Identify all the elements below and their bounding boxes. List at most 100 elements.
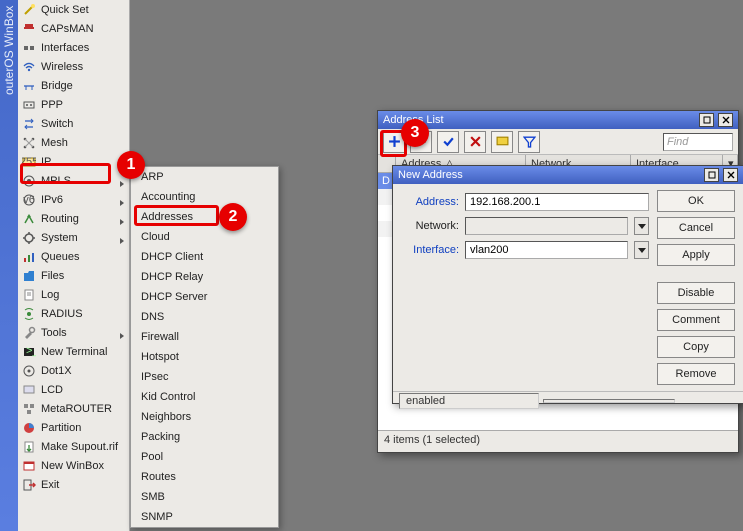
sidebar-item-ipv6[interactable]: v6IPv6 [18, 190, 129, 209]
copy-button[interactable]: Copy [657, 336, 735, 358]
svg-text:255: 255 [22, 156, 36, 168]
sidebar-item-make-supout-rif[interactable]: Make Supout.rif [18, 437, 129, 456]
sidebar-item-radius[interactable]: RADIUS [18, 304, 129, 323]
sidebar-item-label: LCD [41, 384, 63, 396]
sidebar-item-exit[interactable]: Exit [18, 475, 129, 494]
submenu-item-arp[interactable]: ARP [131, 167, 278, 187]
sidebar-item-files[interactable]: Files [18, 266, 129, 285]
submenu-item-addresses[interactable]: Addresses [131, 207, 278, 227]
interface-input[interactable]: vlan200 [465, 241, 628, 259]
sidebar-item-interfaces[interactable]: Interfaces [18, 38, 129, 57]
ok-button[interactable]: OK [657, 190, 735, 212]
sidebar-item-queues[interactable]: Queues [18, 247, 129, 266]
sidebar-item-switch[interactable]: Switch [18, 114, 129, 133]
sidebar-item-wireless[interactable]: Wireless [18, 57, 129, 76]
submenu-item-neighbors[interactable]: Neighbors [131, 407, 278, 427]
sidebar-item-lcd[interactable]: LCD [18, 380, 129, 399]
ip-submenu: ARPAccountingAddressesCloudDHCP ClientDH… [130, 166, 279, 528]
sidebar-item-partition[interactable]: Partition [18, 418, 129, 437]
partition-icon [22, 421, 36, 435]
close-button[interactable] [723, 168, 738, 182]
address-label[interactable]: Address: [401, 196, 459, 208]
sidebar-item-label: Bridge [41, 80, 73, 92]
sidebar-item-label: Wireless [41, 61, 83, 73]
submenu-item-dhcp-client[interactable]: DHCP Client [131, 247, 278, 267]
sidebar-item-mesh[interactable]: Mesh [18, 133, 129, 152]
submenu-item-pool[interactable]: Pool [131, 447, 278, 467]
sidebar: Quick Set CAPsMAN Interfaces Wireless Bridge… [18, 0, 130, 531]
submenu-item-snmp[interactable]: SNMP [131, 507, 278, 527]
sidebar-item-new-terminal[interactable]: >_New Terminal [18, 342, 129, 361]
apply-button[interactable]: Apply [657, 244, 735, 266]
address-input[interactable]: 192.168.200.1 [465, 193, 649, 211]
network-input[interactable] [465, 217, 628, 235]
sidebar-item-ppp[interactable]: PPP [18, 95, 129, 114]
disable-button[interactable]: Disable [657, 282, 735, 304]
sidebar-item-label: Interfaces [41, 42, 89, 54]
submenu-item-dns[interactable]: DNS [131, 307, 278, 327]
cancel-button[interactable]: Cancel [657, 217, 735, 239]
chevron-right-icon [119, 235, 125, 241]
disable-button[interactable] [464, 131, 486, 153]
address-list-titlebar[interactable]: Address List [378, 111, 738, 129]
new-address-titlebar[interactable]: New Address [393, 166, 743, 184]
submenu-item-ipsec[interactable]: IPsec [131, 367, 278, 387]
action-buttons: OK Cancel Apply Disable Comment Copy Rem… [657, 190, 735, 385]
sidebar-item-system[interactable]: System [18, 228, 129, 247]
queues-icon [22, 250, 36, 264]
status-bar: 4 items (1 selected) [378, 431, 738, 449]
submenu-item-firewall[interactable]: Firewall [131, 327, 278, 347]
sidebar-item-label: CAPsMAN [41, 23, 94, 35]
filter-button[interactable] [518, 131, 540, 153]
supout-icon [22, 440, 36, 454]
sidebar-item-label: Routing [41, 213, 79, 225]
add-button[interactable] [383, 131, 405, 153]
sidebar-item-new-winbox[interactable]: New WinBox [18, 456, 129, 475]
sidebar-item-metarouter[interactable]: MetaROUTER [18, 399, 129, 418]
submenu-item-hotspot[interactable]: Hotspot [131, 347, 278, 367]
interface-label[interactable]: Interface: [401, 244, 459, 256]
submenu-item-dhcp-relay[interactable]: DHCP Relay [131, 267, 278, 287]
enable-button[interactable] [437, 131, 459, 153]
sidebar-item-label: Queues [41, 251, 80, 263]
sidebar-item-label: Partition [41, 422, 81, 434]
sidebar-item-tools[interactable]: Tools [18, 323, 129, 342]
comment-button[interactable]: Comment [657, 309, 735, 331]
sidebar-item-mpls[interactable]: MPLS [18, 171, 129, 190]
ipv6-icon: v6 [22, 193, 36, 207]
submenu-item-accounting[interactable]: Accounting [131, 187, 278, 207]
sidebar-item-dot1x[interactable]: Dot1X [18, 361, 129, 380]
chevron-right-icon [119, 178, 125, 184]
ppp-icon [22, 98, 36, 112]
sidebar-item-routing[interactable]: Routing [18, 209, 129, 228]
sidebar-item-label: PPP [41, 99, 63, 111]
sidebar-item-quick-set[interactable]: Quick Set [18, 0, 129, 19]
sidebar-item-label: Switch [41, 118, 73, 130]
sidebar-item-log[interactable]: Log [18, 285, 129, 304]
interface-dropdown-button[interactable] [634, 241, 649, 259]
close-button[interactable] [718, 113, 733, 127]
radius-icon [22, 307, 36, 321]
sidebar-item-bridge[interactable]: Bridge [18, 76, 129, 95]
wifi-icon [22, 60, 36, 74]
wand-icon [22, 3, 36, 17]
new-address-status: enabled [393, 391, 743, 409]
submenu-item-packing[interactable]: Packing [131, 427, 278, 447]
files-icon [22, 269, 36, 283]
submenu-item-smb[interactable]: SMB [131, 487, 278, 507]
submenu-item-routes[interactable]: Routes [131, 467, 278, 487]
minimize-button[interactable] [704, 168, 719, 182]
submenu-item-dhcp-server[interactable]: DHCP Server [131, 287, 278, 307]
sidebar-item-capsman[interactable]: CAPsMAN [18, 19, 129, 38]
sidebar-item-label: New WinBox [41, 460, 104, 472]
remove-button[interactable]: Remove [657, 363, 735, 385]
submenu-item-kid-control[interactable]: Kid Control [131, 387, 278, 407]
comment-button[interactable] [491, 131, 513, 153]
minimize-button[interactable] [699, 113, 714, 127]
network-expand-button[interactable] [634, 217, 649, 235]
status-enabled: enabled [399, 393, 539, 409]
remove-button[interactable] [410, 131, 432, 153]
find-input[interactable]: Find [663, 133, 733, 151]
sidebar-item-ip[interactable]: 255IP [18, 152, 129, 171]
submenu-item-cloud[interactable]: Cloud [131, 227, 278, 247]
